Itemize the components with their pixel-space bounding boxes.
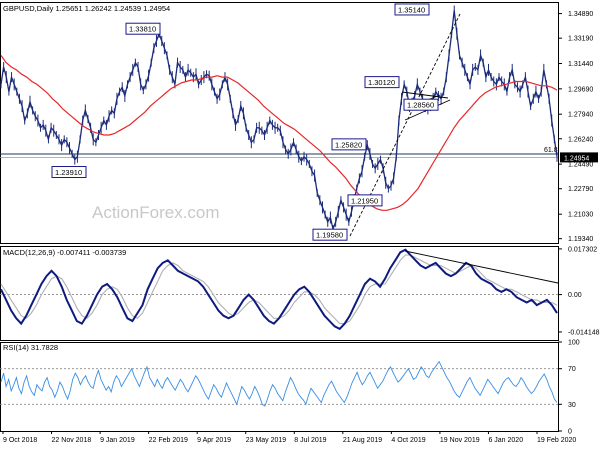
x-tick-label: 9 Jan 2019 — [100, 437, 135, 444]
price-callout: 1.33810 — [125, 22, 161, 35]
rsi-title: RSI(14) 31.7828 — [3, 343, 58, 352]
macd-tick-label: 0.00 — [568, 292, 582, 299]
price-tick-label: 1.22790 — [568, 186, 593, 193]
price-tick-label: 1.31440 — [568, 61, 593, 68]
macd-pane-frame — [0, 246, 559, 341]
price-callout: 1.23910 — [51, 166, 87, 179]
price-tick-label: 1.21030 — [568, 212, 593, 219]
x-tick-label: 9 Oct 2018 — [3, 437, 37, 444]
rsi-tick-label: 0 — [568, 429, 572, 436]
macd-tick-label: 0.017302 — [568, 246, 597, 253]
price-callout: 1.21950 — [347, 194, 383, 207]
macd-title: MACD(12,26,9) -0.007411 -0.003739 — [3, 248, 126, 257]
price-tick-label: 1.19340 — [568, 236, 593, 243]
x-tick-label: 19 Feb 2020 — [537, 437, 576, 444]
macd-tick-label: -0.014148 — [568, 329, 600, 336]
x-tick-label: 22 Feb 2019 — [149, 437, 188, 444]
macd-pane: 0.017302 0.00 -0.014148 — [0, 246, 600, 341]
price-tick-label: 1.29690 — [568, 86, 593, 93]
rsi-tick-label: 30 — [568, 402, 576, 409]
x-tick-label: 22 Nov 2018 — [52, 437, 92, 444]
chart-root: 1.34890 1.33190 1.31440 1.29690 1.27940 1.262… — [0, 0, 600, 450]
x-tick-label: 21 Aug 2019 — [343, 437, 382, 444]
price-callout-label: 1.28560 — [407, 101, 434, 110]
price-callout-label: 1.19580 — [316, 231, 343, 240]
x-tick-label: 19 Nov 2019 — [440, 437, 480, 444]
x-tick-label: 9 Apr 2019 — [197, 437, 231, 444]
x-tick-label: 8 Jul 2019 — [294, 437, 326, 444]
price-tick-label: 1.26240 — [568, 136, 593, 143]
price-tick-label: 1.33190 — [568, 36, 593, 43]
current-price-label: 1.24954 — [564, 155, 589, 162]
price-callout-label: 1.21950 — [351, 196, 378, 205]
price-tick-label: 1.34890 — [568, 11, 593, 18]
rsi-pane: 100 70 30 0 — [0, 340, 580, 436]
watermark-text: ActionForex.com — [92, 203, 220, 222]
rsi-tick-label: 70 — [568, 366, 576, 373]
x-axis: 9 Oct 2018 22 Nov 2018 9 Jan 2019 22 Feb 20… — [2, 431, 576, 444]
price-tick-label: 1.24490 — [568, 162, 593, 169]
price-callout-label: 1.33810 — [129, 25, 156, 34]
symbol-header: GBPUSD,Daily 1.25651 1.26242 1.24539 1.2… — [3, 4, 170, 13]
price-callout-label: 1.35140 — [398, 5, 425, 14]
rsi-tick-label: 100 — [568, 340, 580, 347]
chart-svg: 1.34890 1.33190 1.31440 1.29690 1.27940 1.262… — [0, 2, 600, 444]
price-callout-label: 1.25820 — [335, 140, 362, 149]
price-callout: 1.35140 — [394, 3, 430, 16]
price-pane-frame — [0, 2, 559, 244]
x-tick-label: 23 May 2019 — [246, 437, 287, 444]
price-callout: 1.30120 — [364, 76, 400, 89]
price-callout-label: 1.30120 — [368, 78, 395, 87]
price-callout: 1.19580 — [312, 228, 348, 241]
price-callout: 1.25820 — [331, 138, 367, 151]
price-pane: 1.34890 1.33190 1.31440 1.29690 1.27940 1.262… — [0, 2, 598, 244]
price-tick-label: 1.27940 — [568, 112, 593, 119]
price-callout: 1.28560 — [403, 98, 439, 111]
x-tick-label: 4 Oct 2019 — [391, 437, 425, 444]
x-tick-label: 6 Jan 2020 — [488, 437, 523, 444]
price-callout-label: 1.23910 — [55, 168, 82, 177]
